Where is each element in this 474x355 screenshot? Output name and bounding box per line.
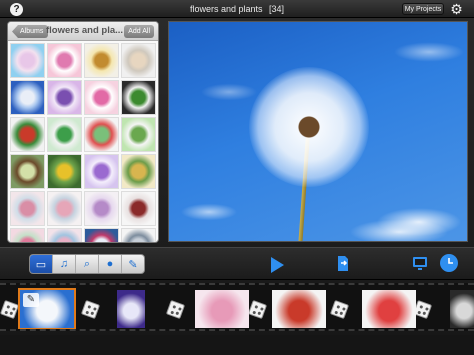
monitor-icon[interactable]	[412, 256, 428, 271]
transition-dice-icon[interactable]	[0, 299, 20, 320]
photo-count: [34]	[269, 4, 285, 14]
transition-dice-icon[interactable]	[247, 299, 268, 320]
timeline-slide[interactable]	[362, 290, 416, 328]
dice-icon	[80, 299, 101, 320]
photo-tool-button[interactable]: ▭	[30, 255, 53, 273]
transition-tool-button[interactable]: ●	[99, 255, 122, 273]
edit-icon[interactable]: ✎	[23, 293, 39, 307]
album-thumbnail[interactable]	[121, 43, 156, 78]
tool-segmented-control: ▭ ♫ ⌕ ● ✎	[29, 254, 145, 274]
bottom-bar	[0, 335, 474, 355]
timeline-slide[interactable]	[272, 290, 326, 328]
album-thumbnail[interactable]	[10, 80, 45, 115]
photo-tool-icon: ▭	[35, 258, 47, 271]
music-tool-button[interactable]: ♫	[53, 255, 76, 273]
album-thumbnail[interactable]	[84, 43, 119, 78]
timeline-strip[interactable]: ✎	[0, 283, 474, 331]
add-all-button[interactable]: Add All	[124, 25, 154, 38]
top-bar: ? flowers and plants [34] My Projects ⚙	[0, 0, 474, 18]
transition-dice-icon[interactable]	[412, 299, 433, 320]
gear-icon[interactable]: ⚙	[449, 2, 464, 17]
album-thumbnail[interactable]	[84, 117, 119, 152]
dice-icon	[329, 299, 350, 320]
album-thumbnail[interactable]	[121, 191, 156, 226]
text-tool-icon: ✎	[128, 258, 138, 271]
album-thumbnail[interactable]	[47, 117, 82, 152]
toolbar: ▭ ♫ ⌕ ● ✎	[0, 247, 474, 280]
my-projects-button[interactable]: My Projects	[402, 3, 444, 15]
dice-icon	[247, 299, 268, 320]
timeline-slide[interactable]	[117, 290, 145, 328]
play-icon[interactable]	[271, 257, 284, 273]
album-thumbnail[interactable]	[10, 191, 45, 226]
text-tool-button[interactable]: ✎	[122, 255, 144, 273]
dice-icon	[0, 299, 20, 320]
clock-hands	[448, 258, 453, 264]
album-thumbnail[interactable]	[10, 228, 45, 242]
project-title-text: flowers and plants	[189, 4, 263, 14]
zoom-tool-button[interactable]: ⌕	[76, 255, 99, 273]
album-thumbnail[interactable]	[121, 154, 156, 189]
clock-icon[interactable]	[440, 254, 458, 272]
album-thumbnail[interactable]	[121, 117, 156, 152]
export-icon[interactable]	[336, 255, 350, 272]
album-thumbnail[interactable]	[84, 154, 119, 189]
album-thumbnail[interactable]	[10, 154, 45, 189]
albums-back-button[interactable]: Albums	[12, 25, 49, 38]
transition-dice-icon[interactable]	[80, 299, 101, 320]
timeline-slide[interactable]	[450, 290, 474, 328]
timeline-slide[interactable]	[195, 290, 249, 328]
album-thumbnail[interactable]	[84, 80, 119, 115]
album-thumbnail[interactable]	[121, 80, 156, 115]
app-window: ? flowers and plants [34] My Projects ⚙ …	[0, 0, 474, 355]
album-thumbnail[interactable]	[47, 80, 82, 115]
dice-icon	[165, 299, 186, 320]
album-thumbnail[interactable]	[10, 117, 45, 152]
album-thumbnail[interactable]	[47, 43, 82, 78]
album-thumbnail[interactable]	[47, 191, 82, 226]
transition-dice-icon[interactable]	[329, 299, 350, 320]
album-thumbnail[interactable]	[84, 228, 119, 242]
album-thumbnail[interactable]	[10, 43, 45, 78]
photo-preview[interactable]	[168, 21, 468, 242]
zoom-tool-icon: ⌕	[83, 257, 91, 270]
album-thumbnail[interactable]	[47, 228, 82, 242]
transition-tool-icon: ●	[106, 258, 114, 270]
album-thumbnail[interactable]	[84, 191, 119, 226]
dandelion-seed-head	[249, 67, 369, 187]
album-panel: Albums flowers and pla... Add All	[7, 21, 159, 243]
album-title: flowers and pla...	[46, 25, 124, 36]
music-tool-icon: ♫	[59, 258, 69, 270]
album-header: Albums flowers and pla... Add All	[8, 22, 158, 41]
timeline-slide[interactable]: ✎	[18, 288, 76, 329]
thumbnail-grid	[10, 43, 156, 242]
album-thumbnail[interactable]	[47, 154, 82, 189]
album-thumbnail[interactable]	[121, 228, 156, 242]
transition-dice-icon[interactable]	[165, 299, 186, 320]
